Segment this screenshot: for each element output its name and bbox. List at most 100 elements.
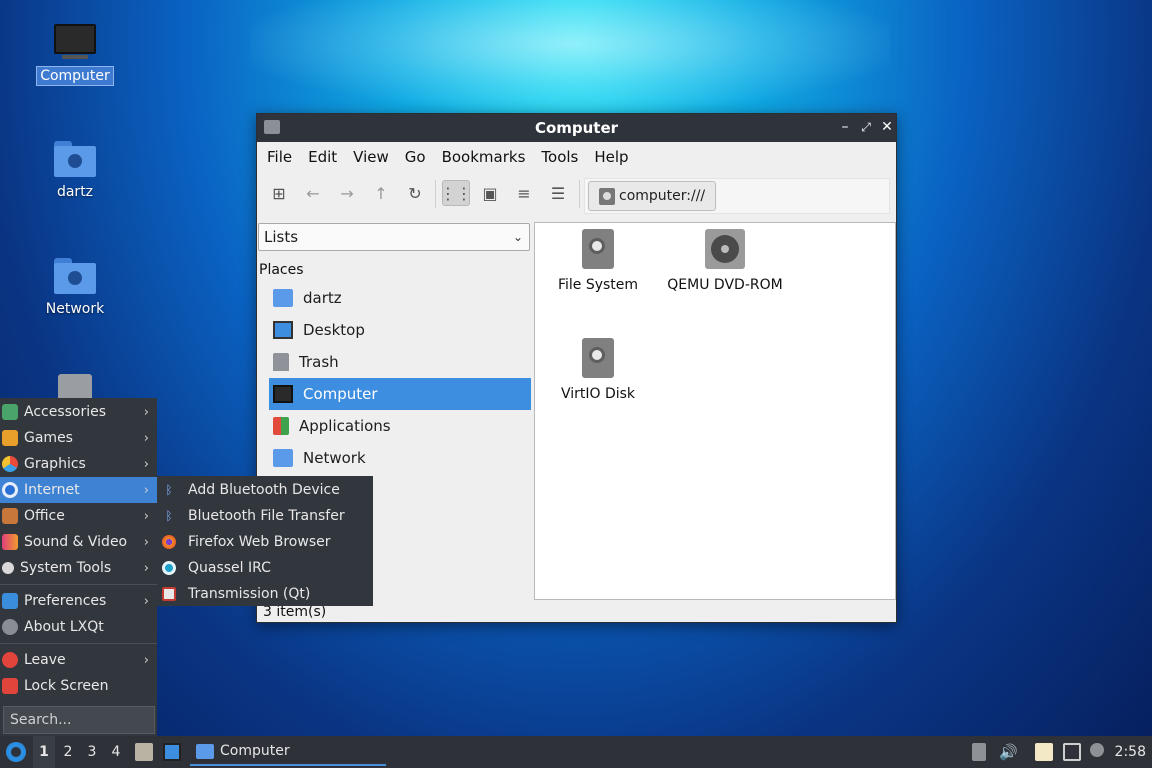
start-menu-button[interactable] <box>6 742 26 762</box>
show-desktop-icon[interactable] <box>163 743 181 761</box>
menu-category-games[interactable]: Games › <box>0 425 157 451</box>
workspace-4[interactable]: 4 <box>105 736 127 768</box>
minimize-icon[interactable]: – <box>837 119 853 135</box>
place-home[interactable]: dartz <box>269 282 531 314</box>
maximize-icon[interactable]: ⤢ <box>858 119 874 135</box>
optical-drive-icon <box>705 229 745 269</box>
workspace-3[interactable]: 3 <box>81 736 103 768</box>
forward-icon[interactable]: → <box>333 180 361 206</box>
desktop-icon-label: dartz <box>56 184 94 200</box>
folder-icon <box>196 743 214 759</box>
menu-item-about-lxqt[interactable]: About LXQt <box>0 614 157 640</box>
menu-edit[interactable]: Edit <box>300 148 345 166</box>
place-network[interactable]: Network <box>269 442 531 474</box>
removable-media-icon[interactable] <box>972 743 986 761</box>
chevron-right-icon: › <box>143 456 149 472</box>
menu-category-office[interactable]: Office › <box>0 503 157 529</box>
workspace-1[interactable]: 1 <box>33 736 55 768</box>
submenu-item-quassel-irc[interactable]: Quassel IRC <box>157 555 373 581</box>
quassel-icon <box>162 561 176 575</box>
menu-category-accessories[interactable]: Accessories › <box>0 399 157 425</box>
menu-category-sound-video[interactable]: Sound & Video › <box>0 529 157 555</box>
close-icon[interactable]: ✕ <box>879 119 895 135</box>
thumbnail-view-icon[interactable]: ▣ <box>476 180 504 206</box>
menu-search-input[interactable]: Search... <box>3 706 155 734</box>
home-folder-icon <box>273 289 293 307</box>
desktop-icon-computer[interactable]: Computer <box>25 24 125 86</box>
menu-tools[interactable]: Tools <box>533 148 586 166</box>
menu-category-preferences[interactable]: Preferences › <box>0 588 157 614</box>
file-item[interactable]: File System <box>533 229 663 293</box>
place-desktop[interactable]: Desktop <box>269 314 531 346</box>
side-pane-mode-select[interactable]: Lists ⌄ <box>258 223 530 251</box>
office-icon <box>2 508 18 524</box>
file-item[interactable]: QEMU DVD-ROM <box>660 229 790 293</box>
computer-icon <box>273 385 293 403</box>
window-titlebar[interactable]: Computer – ⤢ ✕ <box>257 114 896 142</box>
desktop-icon-label: Computer <box>36 66 114 86</box>
icon-view-icon[interactable]: ⋮⋮ <box>440 180 472 206</box>
menu-category-internet[interactable]: Internet › <box>0 477 157 503</box>
network-folder-icon <box>273 449 293 467</box>
trash-icon <box>273 353 289 371</box>
desktop-icon-home[interactable]: dartz <box>25 141 125 201</box>
bluetooth-icon: ᛒ <box>165 509 173 523</box>
menu-item-lock-screen[interactable]: Lock Screen <box>0 673 157 699</box>
desktop-icon-network[interactable]: Network <box>25 258 125 318</box>
menu-help[interactable]: Help <box>586 148 636 166</box>
hard-disk-icon <box>582 338 614 378</box>
toolbar: ⊞ ← → ↑ ↻ ⋮⋮ ▣ ≡ ☰ computer:/// <box>257 172 896 214</box>
desktop-icon-label: Network <box>45 301 105 317</box>
back-icon[interactable]: ← <box>299 180 327 206</box>
volume-icon[interactable]: 🔊 <box>999 743 1018 761</box>
network-folder-icon <box>54 258 96 294</box>
preferences-icon <box>2 593 18 609</box>
hard-disk-icon <box>582 229 614 269</box>
clipboard-icon[interactable] <box>1035 743 1053 761</box>
trash-icon[interactable] <box>58 374 92 398</box>
file-item[interactable]: VirtIO Disk <box>533 338 663 402</box>
menu-bar: File Edit View Go Bookmarks Tools Help <box>257 142 896 172</box>
transmission-icon <box>162 587 176 601</box>
system-tools-icon <box>2 562 14 574</box>
file-view[interactable]: File System QEMU DVD-ROM VirtIO Disk <box>534 222 896 600</box>
new-tab-icon[interactable]: ⊞ <box>265 180 293 206</box>
submenu-item-bluetooth-file-transfer[interactable]: ᛒ Bluetooth File Transfer <box>157 503 373 529</box>
network-status-icon[interactable] <box>1063 743 1081 761</box>
info-icon <box>2 619 18 635</box>
notification-icon[interactable] <box>1090 743 1104 757</box>
drive-icon <box>599 188 615 205</box>
computer-icon <box>54 24 96 60</box>
menu-view[interactable]: View <box>345 148 397 166</box>
menu-bookmarks[interactable]: Bookmarks <box>434 148 534 166</box>
chevron-right-icon: › <box>143 534 149 550</box>
clock[interactable]: 2:58 <box>1115 736 1146 768</box>
menu-category-leave[interactable]: Leave › <box>0 647 157 673</box>
internet-submenu: ᛒ Add Bluetooth Device ᛒ Bluetooth File … <box>157 476 373 606</box>
bluetooth-icon: ᛒ <box>165 483 173 497</box>
file-manager-launcher-icon[interactable] <box>135 743 153 761</box>
menu-category-system-tools[interactable]: System Tools › <box>0 555 157 581</box>
menu-file[interactable]: File <box>259 148 300 166</box>
multimedia-icon <box>2 534 18 550</box>
reload-icon[interactable]: ↻ <box>401 180 429 206</box>
taskbar-task-computer[interactable]: Computer <box>190 738 386 766</box>
up-icon[interactable]: ↑ <box>367 180 395 206</box>
applications-icon <box>273 417 289 435</box>
menu-go[interactable]: Go <box>397 148 434 166</box>
compact-view-icon[interactable]: ≡ <box>510 180 538 206</box>
side-pane-mode-value: Lists <box>264 228 299 246</box>
submenu-item-add-bluetooth-device[interactable]: ᛒ Add Bluetooth Device <box>157 477 373 503</box>
task-label: Computer <box>220 743 290 759</box>
place-computer[interactable]: Computer <box>269 378 531 410</box>
wallpaper-highlight <box>250 0 890 110</box>
submenu-item-firefox[interactable]: Firefox Web Browser <box>157 529 373 555</box>
workspace-2[interactable]: 2 <box>57 736 79 768</box>
chevron-right-icon: › <box>143 430 149 446</box>
detailed-list-view-icon[interactable]: ☰ <box>544 180 572 206</box>
place-trash[interactable]: Trash <box>269 346 531 378</box>
menu-category-graphics[interactable]: Graphics › <box>0 451 157 477</box>
submenu-item-transmission[interactable]: Transmission (Qt) <box>157 581 373 607</box>
path-button[interactable]: computer:/// <box>588 181 717 211</box>
place-applications[interactable]: Applications <box>269 410 531 442</box>
